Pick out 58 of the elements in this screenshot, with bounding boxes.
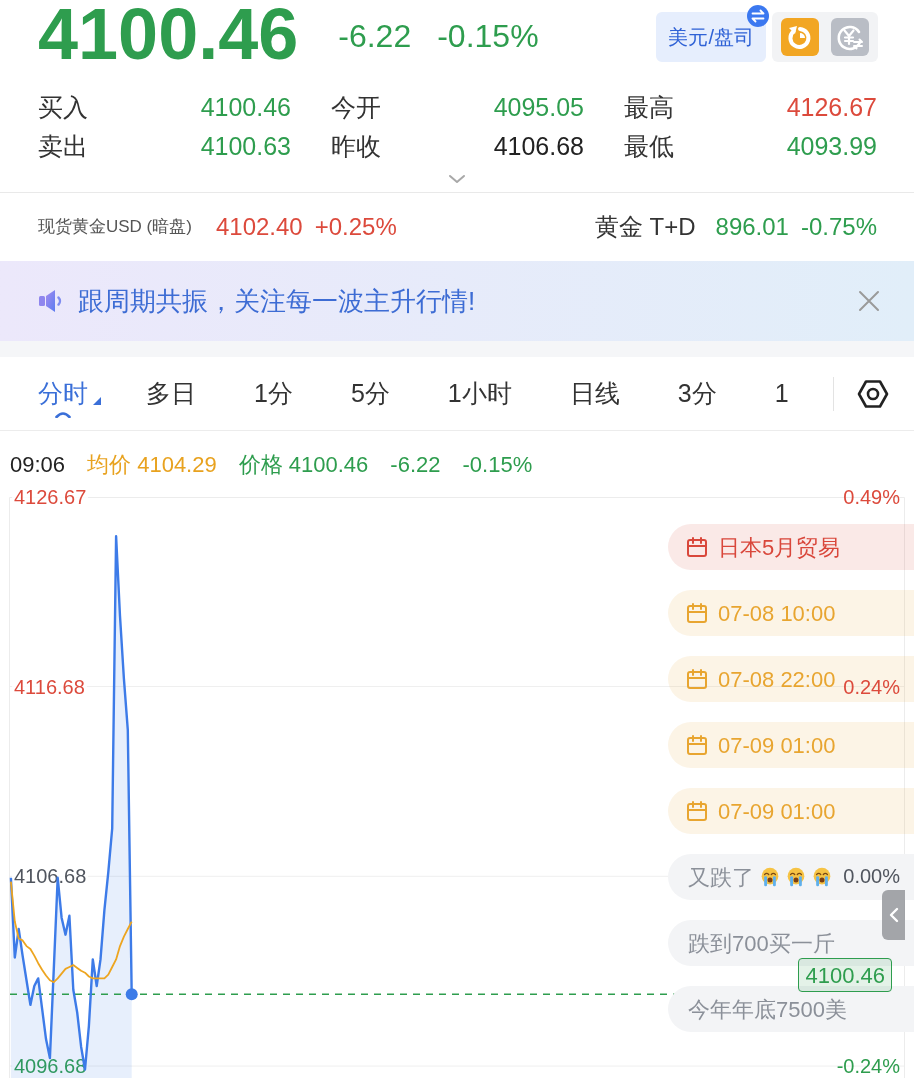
settings-icon[interactable] — [857, 377, 889, 410]
speaker-icon — [38, 288, 64, 314]
crosshair-value: 价格 4100.46 — [238, 451, 369, 477]
unit-button[interactable]: 美元/盘司 — [656, 12, 766, 62]
tab[interactable]: 1 — [774, 357, 789, 430]
last-price: 4100.46 — [38, 0, 299, 70]
tab[interactable]: 5分 — [350, 357, 390, 430]
comment-bubble[interactable]: 今年年底7500美 — [668, 986, 914, 1032]
stat-value: 4100.46 — [200, 91, 291, 123]
quote-change: +0.25% — [314, 212, 397, 242]
crosshair-value: -6.22 — [390, 451, 441, 477]
last-price-tag: 4100.46 — [798, 958, 892, 993]
chevron-down-icon[interactable] — [448, 174, 466, 184]
crying-face-icon — [786, 867, 806, 887]
quote-name: 黄金 T+D — [594, 212, 696, 242]
percent-axis-label: -0.24% — [836, 1055, 900, 1078]
percent-change: -0.15% — [437, 17, 539, 56]
stat-label: 最低 — [624, 130, 674, 162]
price-change: -6.22 — [338, 17, 412, 56]
crying-face-icon — [760, 867, 780, 887]
stat-label: 今开 — [331, 91, 381, 123]
tab[interactable]: 日线 — [569, 357, 620, 430]
stat-label: 最高 — [624, 91, 674, 123]
crying-face-icon — [812, 867, 832, 887]
stat-value: 4106.68 — [493, 130, 584, 162]
quote-price: 4102.40 — [215, 212, 303, 242]
last-price-dot — [125, 988, 138, 1001]
chevron-left-icon[interactable] — [888, 907, 899, 923]
comment-bubble[interactable]: 跌到700买一斤 — [668, 920, 914, 966]
collapse-handle[interactable] — [882, 890, 905, 940]
stat-label: 买入 — [38, 91, 88, 123]
quote-change: -0.75% — [800, 212, 877, 242]
crosshair-value: -0.15% — [462, 451, 533, 477]
close-icon[interactable] — [858, 290, 880, 312]
event-bubble[interactable]: 日本5月贸易 — [668, 524, 914, 570]
tab[interactable]: 3分 — [677, 357, 717, 430]
selection-arc-icon — [55, 411, 71, 418]
swap-arrows-icon[interactable] — [747, 5, 769, 27]
stat-label: 卖出 — [38, 130, 88, 162]
tab[interactable]: 1小时 — [447, 357, 512, 430]
crosshair-value: 均价 4104.29 — [87, 451, 217, 477]
tab[interactable]: 多日 — [146, 357, 196, 430]
yen-exchange-icon[interactable] — [831, 18, 869, 56]
stat-value: 4126.67 — [786, 91, 877, 123]
banner-text[interactable]: 跟周期共振，关注每一波主升行情! — [78, 281, 476, 321]
percent-axis-label: 0.49% — [843, 486, 900, 508]
stat-label: 昨收 — [331, 130, 381, 162]
stat-value: 4100.63 — [200, 130, 291, 162]
stat-value: 4095.05 — [493, 91, 584, 123]
percent-axis-label: 0.24% — [843, 675, 900, 698]
dropdown-triangle-icon[interactable] — [93, 396, 101, 405]
stat-value: 4093.99 — [786, 130, 877, 162]
tab[interactable]: 分时 — [38, 357, 101, 430]
percent-axis-label: 0.00% — [843, 865, 900, 888]
quote-name: 现货黄金USD (暗盘) — [38, 216, 192, 239]
crosshair-time: 09:06 — [10, 451, 66, 477]
quote-price: 896.01 — [715, 212, 789, 242]
tab[interactable]: 1分 — [254, 357, 293, 430]
